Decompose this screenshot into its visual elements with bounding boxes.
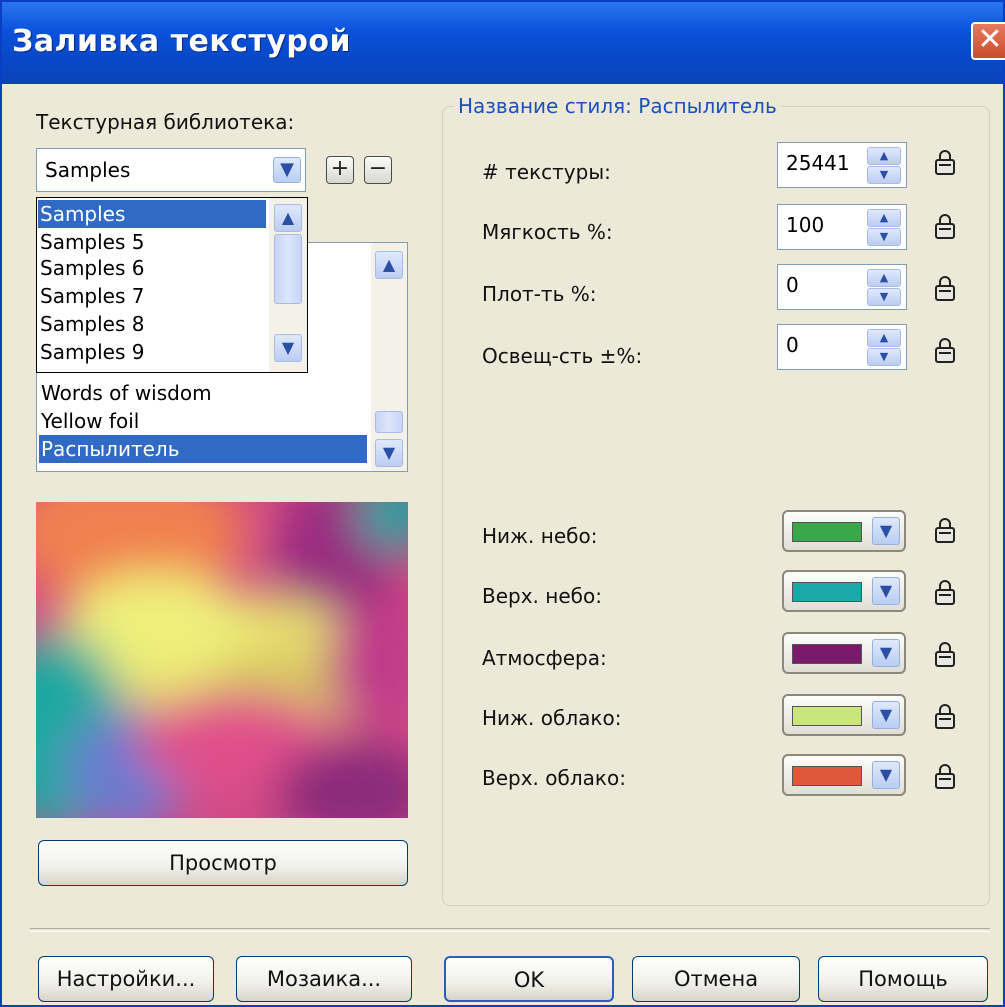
library-dropdown-list[interactable]: Samples Samples 5 Samples 6 Samples 7 Sa… [36, 197, 308, 373]
spin-down-icon[interactable]: ▼ [867, 166, 901, 184]
upper-sky-label: Верх. небо: [482, 584, 602, 608]
softness-spinner[interactable]: 100 ▲ ▼ [777, 204, 907, 250]
scroll-thumb[interactable] [274, 234, 302, 304]
scroll-up-icon[interactable]: ▲ [375, 251, 403, 279]
spin-down-icon[interactable]: ▼ [867, 348, 901, 366]
dropdown-item[interactable]: Samples 7 [38, 282, 145, 310]
atmosphere-swatch [792, 644, 862, 664]
title-bar[interactable]: Заливка текстурой ✕ [2, 2, 1005, 84]
list-scrollbar[interactable]: ▲ ▼ [371, 243, 407, 471]
lower-sky-color-picker[interactable]: ▼ [782, 510, 906, 552]
lower-cloud-color-picker[interactable]: ▼ [782, 694, 906, 736]
lock-icon[interactable] [934, 214, 956, 240]
lock-icon[interactable] [934, 764, 956, 790]
list-item-selected[interactable]: Распылитель [39, 435, 367, 463]
spin-down-icon[interactable]: ▼ [867, 288, 901, 306]
library-label: Текстурная библиотека: [36, 110, 295, 134]
lock-icon[interactable] [934, 518, 956, 544]
style-name-title: Название стиля: Распылитель [454, 94, 781, 118]
ok-button[interactable]: OK [444, 956, 614, 1002]
density-spinner[interactable]: 0 ▲ ▼ [777, 264, 907, 310]
upper-sky-color-picker[interactable]: ▼ [782, 570, 906, 612]
lower-cloud-swatch [792, 706, 862, 726]
list-item[interactable]: Yellow foil [39, 407, 139, 435]
remove-library-button[interactable]: − [364, 156, 392, 184]
add-library-button[interactable]: + [326, 156, 354, 184]
texture-number-label: # текстуры: [482, 160, 611, 184]
mosaic-button[interactable]: Мозаика... [236, 956, 412, 1002]
brightness-label: Освещ-сть ±%: [482, 344, 643, 368]
scroll-down-icon[interactable]: ▼ [274, 334, 302, 362]
cancel-button[interactable]: Отмена [632, 956, 800, 1002]
lock-icon[interactable] [934, 580, 956, 606]
dropdown-scrollbar[interactable]: ▲ ▼ [269, 198, 307, 372]
lock-icon[interactable] [934, 704, 956, 730]
help-button[interactable]: Помощь [818, 956, 988, 1002]
spin-up-icon[interactable]: ▲ [867, 329, 901, 347]
library-combo-value: Samples [45, 158, 131, 182]
lower-cloud-label: Ниж. облако: [482, 706, 622, 730]
lock-icon[interactable] [934, 150, 956, 176]
dialog-title: Заливка текстурой [12, 24, 352, 59]
spin-up-icon[interactable]: ▲ [867, 147, 901, 165]
dropdown-item[interactable]: Samples 8 [38, 310, 145, 338]
atmosphere-color-picker[interactable]: ▼ [782, 632, 906, 674]
lower-sky-swatch [792, 522, 862, 542]
softness-label: Мягкость %: [482, 220, 613, 244]
scroll-thumb[interactable] [375, 411, 403, 433]
density-value[interactable]: 0 [786, 273, 799, 297]
upper-cloud-color-picker[interactable]: ▼ [782, 754, 906, 796]
settings-button[interactable]: Настройки... [38, 956, 214, 1002]
preview-button[interactable]: Просмотр [38, 840, 408, 886]
lock-icon[interactable] [934, 338, 956, 364]
chevron-down-icon[interactable]: ▼ [872, 517, 900, 545]
texture-fill-dialog: Заливка текстурой ✕ Текстурная библиотек… [0, 0, 1005, 1007]
upper-cloud-swatch [792, 766, 862, 786]
chevron-down-icon[interactable]: ▼ [273, 157, 301, 183]
texture-preview-image [36, 502, 408, 818]
upper-sky-swatch [792, 582, 862, 602]
separator [30, 928, 990, 932]
density-label: Плот-ть %: [482, 282, 597, 306]
texture-number-spinner[interactable]: 25441 ▲ ▼ [777, 142, 907, 188]
softness-value[interactable]: 100 [786, 213, 824, 237]
dropdown-item[interactable]: Samples 9 [38, 338, 145, 366]
spin-up-icon[interactable]: ▲ [867, 269, 901, 287]
library-combo[interactable]: Samples ▼ [36, 148, 306, 192]
atmosphere-label: Атмосфера: [482, 646, 607, 670]
brightness-spinner[interactable]: 0 ▲ ▼ [777, 324, 907, 370]
list-item[interactable]: Words of wisdom [39, 379, 212, 407]
scroll-down-icon[interactable]: ▼ [375, 439, 403, 467]
texture-preview [36, 502, 408, 818]
chevron-down-icon[interactable]: ▼ [872, 639, 900, 667]
lock-icon[interactable] [934, 276, 956, 302]
chevron-down-icon[interactable]: ▼ [872, 761, 900, 789]
chevron-down-icon[interactable]: ▼ [872, 701, 900, 729]
brightness-value[interactable]: 0 [786, 333, 799, 357]
dropdown-item[interactable]: Samples 6 [38, 254, 145, 282]
spin-up-icon[interactable]: ▲ [867, 209, 901, 227]
spin-down-icon[interactable]: ▼ [867, 228, 901, 246]
lower-sky-label: Ниж. небо: [482, 524, 598, 548]
lock-icon[interactable] [934, 642, 956, 668]
chevron-down-icon[interactable]: ▼ [872, 577, 900, 605]
dropdown-item[interactable]: Samples 5 [38, 228, 145, 256]
dropdown-item-selected[interactable]: Samples [38, 200, 266, 228]
close-icon: ✕ [977, 22, 1003, 57]
upper-cloud-label: Верх. облако: [482, 766, 626, 790]
minus-icon: − [368, 156, 388, 181]
texture-number-value[interactable]: 25441 [786, 151, 850, 175]
plus-icon: + [330, 156, 350, 181]
close-button[interactable]: ✕ [971, 22, 1005, 60]
scroll-up-icon[interactable]: ▲ [274, 204, 302, 232]
